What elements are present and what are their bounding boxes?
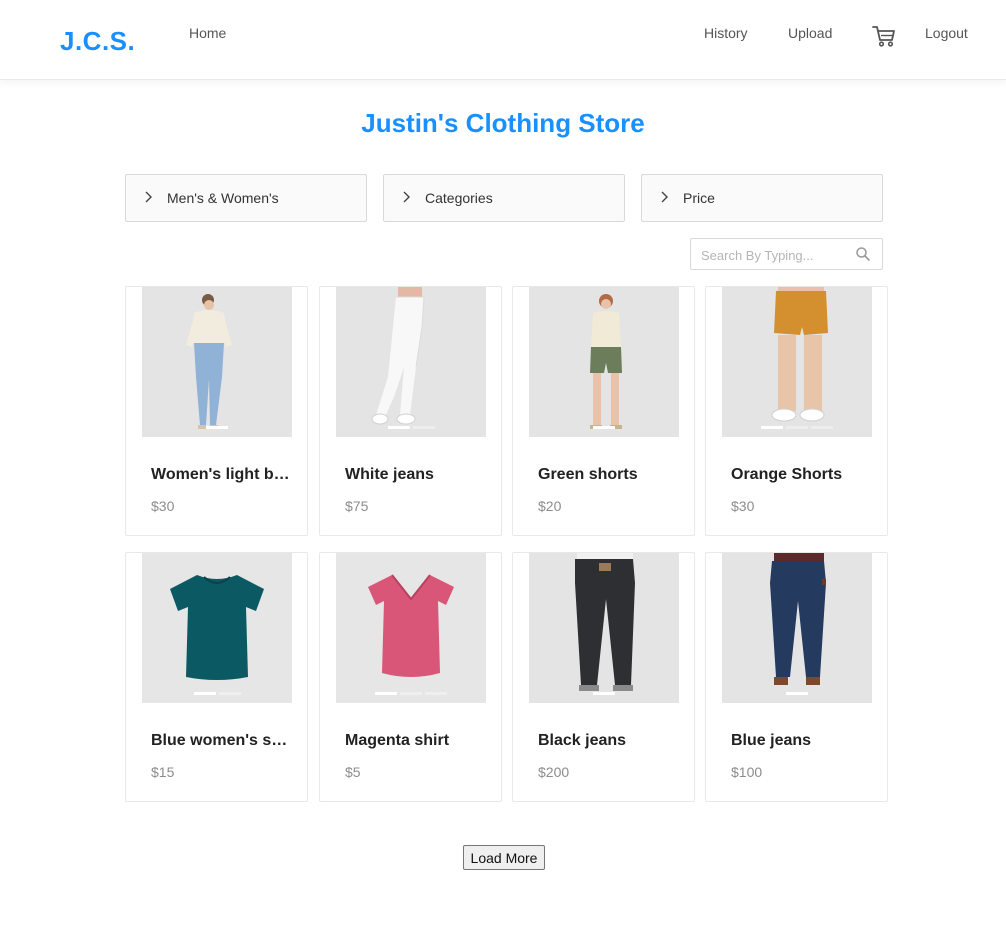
product-card[interactable]: White jeans $75 bbox=[319, 286, 502, 536]
product-price: $20 bbox=[538, 498, 562, 514]
filter-categories-label: Categories bbox=[425, 190, 493, 206]
filter-gender[interactable]: Men's & Women's bbox=[125, 174, 367, 222]
product-image bbox=[722, 287, 872, 437]
product-card[interactable]: Green shorts $20 bbox=[512, 286, 695, 536]
filter-gender-label: Men's & Women's bbox=[167, 190, 279, 206]
top-navbar: J.C.S. Home History Upload Logout bbox=[0, 0, 1006, 80]
nav-history-link[interactable]: History bbox=[704, 25, 748, 41]
product-name: Green shorts bbox=[538, 466, 638, 483]
nav-home-link[interactable]: Home bbox=[189, 25, 226, 41]
product-card[interactable]: Women's light blue jeans $30 bbox=[125, 286, 308, 536]
product-price: $200 bbox=[538, 764, 570, 780]
product-price: $100 bbox=[731, 764, 763, 780]
product-image bbox=[529, 553, 679, 703]
product-name: Black jeans bbox=[538, 732, 627, 749]
chevron-right-icon bbox=[402, 189, 412, 208]
product-name: Blue jeans bbox=[731, 732, 812, 749]
chevron-right-icon bbox=[660, 189, 670, 208]
product-image bbox=[722, 553, 872, 703]
nav-upload-link[interactable]: Upload bbox=[788, 25, 832, 41]
product-image bbox=[142, 553, 292, 703]
search-icon[interactable] bbox=[855, 246, 871, 262]
logo[interactable]: J.C.S. bbox=[60, 26, 135, 57]
nav-logout-link[interactable]: Logout bbox=[925, 25, 968, 41]
product-name: White jeans bbox=[345, 466, 434, 483]
product-image bbox=[336, 553, 486, 703]
product-price: $15 bbox=[151, 764, 175, 780]
filter-price[interactable]: Price bbox=[641, 174, 883, 222]
product-name: Magenta shirt bbox=[345, 732, 450, 749]
search-box bbox=[690, 238, 883, 270]
product-image bbox=[529, 287, 679, 437]
product-card[interactable]: Orange Shorts $30 bbox=[705, 286, 888, 536]
load-more-button[interactable]: Load More bbox=[463, 845, 545, 870]
product-name: Orange Shorts bbox=[731, 466, 843, 483]
search-input[interactable] bbox=[701, 245, 849, 265]
product-price: $30 bbox=[731, 498, 755, 514]
product-image bbox=[142, 287, 292, 437]
product-price: $75 bbox=[345, 498, 369, 514]
product-price: $5 bbox=[345, 764, 361, 780]
product-name: Women's light blue jeans bbox=[151, 466, 291, 483]
product-image bbox=[336, 287, 486, 437]
page-title: Justin's Clothing Store bbox=[361, 108, 645, 138]
filter-categories[interactable]: Categories bbox=[383, 174, 625, 222]
product-name: Blue women's shirt bbox=[151, 732, 291, 749]
product-card[interactable]: Magenta shirt $5 bbox=[319, 552, 502, 802]
filter-price-label: Price bbox=[683, 190, 715, 206]
product-card[interactable]: Blue jeans $100 bbox=[705, 552, 888, 802]
chevron-right-icon bbox=[144, 189, 154, 208]
cart-icon[interactable] bbox=[871, 23, 897, 49]
product-price: $30 bbox=[151, 498, 175, 514]
product-card[interactable]: Black jeans $200 bbox=[512, 552, 695, 802]
product-card[interactable]: Blue women's shirt $15 bbox=[125, 552, 308, 802]
